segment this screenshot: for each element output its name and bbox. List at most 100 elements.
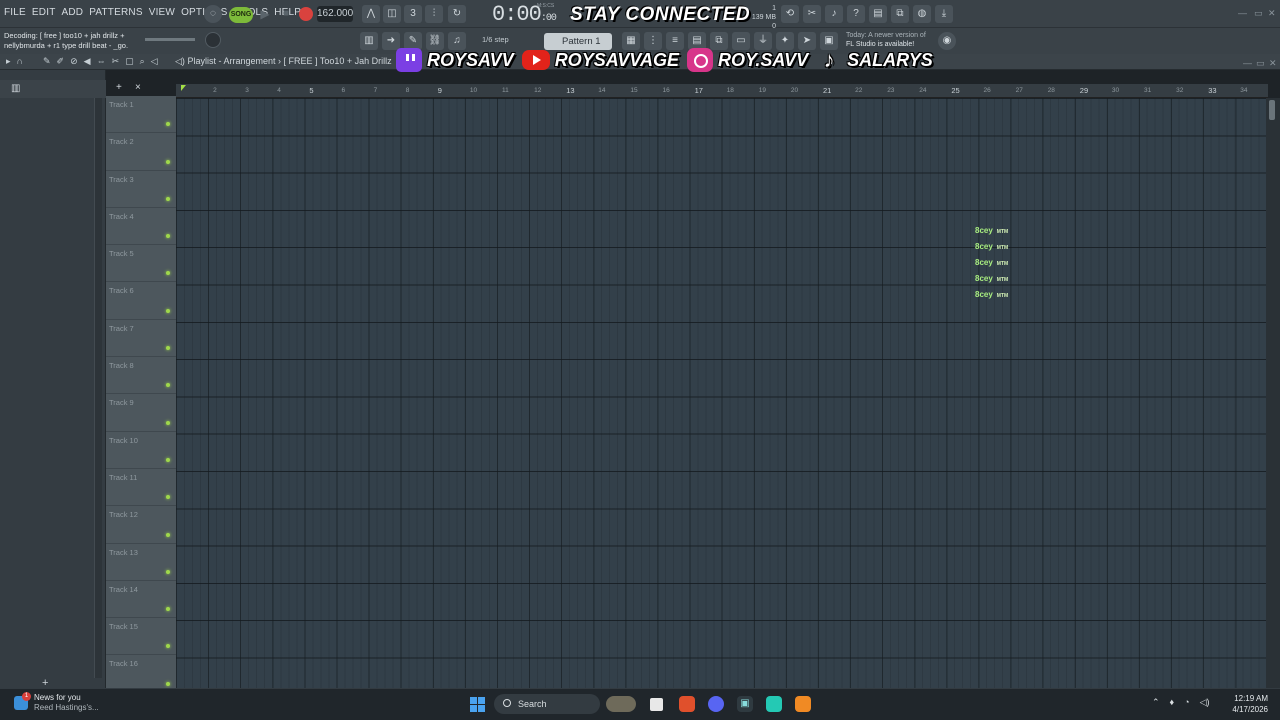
- track-active-led[interactable]: [166, 607, 170, 612]
- magnet-icon[interactable]: ∩: [17, 56, 23, 67]
- track-active-led[interactable]: [166, 569, 170, 574]
- brave-browser-icon[interactable]: [679, 696, 695, 712]
- news-widget[interactable]: 1 News for you Reed Hastings's...: [14, 692, 99, 713]
- snap-selector[interactable]: 1/6 step: [482, 35, 509, 44]
- playhead-marker[interactable]: [181, 85, 186, 91]
- delete-icon[interactable]: ⊘: [70, 56, 78, 67]
- song-mode-toggle[interactable]: SONG: [229, 7, 253, 23]
- track-active-led[interactable]: [166, 234, 170, 239]
- menu-add[interactable]: ADD: [62, 7, 84, 18]
- play-button[interactable]: ▶: [255, 5, 275, 23]
- mute-icon[interactable]: ◀: [84, 56, 91, 67]
- wifi-icon[interactable]: ◔: [1184, 697, 1189, 708]
- undo-icon[interactable]: ⟲: [781, 5, 799, 23]
- track-header[interactable]: Track 12: [106, 506, 176, 544]
- select-icon[interactable]: ▢: [125, 56, 134, 67]
- microphone-icon[interactable]: ♦: [1170, 697, 1175, 708]
- track-header[interactable]: Track 10: [106, 432, 176, 469]
- playlist-maximize-icon[interactable]: ▭: [1256, 58, 1265, 69]
- piano-roll-icon[interactable]: ▥: [360, 32, 378, 50]
- track-active-led[interactable]: [166, 122, 170, 127]
- zoom-icon[interactable]: ⌕: [140, 56, 145, 67]
- track-active-led[interactable]: [166, 383, 170, 388]
- wait-input-icon[interactable]: ◫: [383, 5, 401, 23]
- draw-icon[interactable]: ✎: [43, 56, 51, 67]
- track-header[interactable]: Track 4: [106, 208, 176, 246]
- stop-button[interactable]: ■: [276, 5, 296, 23]
- paint-icon[interactable]: ✐: [57, 56, 65, 67]
- render-icon[interactable]: ⧉: [891, 5, 909, 23]
- track-header[interactable]: Track 14: [106, 581, 176, 619]
- fl-studio-taskbar-icon[interactable]: [795, 696, 811, 712]
- picker-scrollbar[interactable]: [94, 98, 102, 678]
- playlist-scroll-thumb[interactable]: [1269, 100, 1275, 120]
- terminal-icon[interactable]: ▣: [737, 696, 753, 712]
- track-active-led[interactable]: [166, 495, 170, 500]
- online-icon[interactable]: ◉: [938, 32, 956, 50]
- volume-icon[interactable]: ◁): [1200, 697, 1210, 708]
- playlist-close-icon[interactable]: ✕: [1269, 58, 1277, 69]
- collapse-tracks-icon[interactable]: ×: [135, 82, 141, 93]
- track-header[interactable]: Track 15: [106, 618, 176, 656]
- discord-icon[interactable]: [708, 696, 724, 712]
- piano-keys-icon[interactable]: ▥: [11, 83, 20, 94]
- playlist-menu-arrow-icon[interactable]: ▸: [6, 56, 11, 67]
- loop-record-icon[interactable]: ↻: [448, 5, 466, 23]
- mic-icon[interactable]: ♪: [825, 5, 843, 23]
- playlist-grid[interactable]: [176, 98, 1266, 688]
- track-header[interactable]: Track 5: [106, 245, 176, 283]
- countdown-icon[interactable]: 3: [404, 5, 422, 23]
- start-menu-icon[interactable]: [470, 697, 485, 712]
- track-active-led[interactable]: [166, 681, 170, 686]
- close-icon[interactable]: ✕: [1268, 8, 1276, 19]
- track-header[interactable]: Track 11: [106, 469, 176, 507]
- metronome-icon[interactable]: ⋀: [362, 5, 380, 23]
- menu-edit[interactable]: EDIT: [32, 7, 56, 18]
- track-active-led[interactable]: [166, 271, 170, 276]
- add-track-icon[interactable]: +: [116, 82, 122, 93]
- track-active-led[interactable]: [166, 457, 170, 462]
- track-header[interactable]: Track 1: [106, 96, 176, 134]
- track-active-led[interactable]: [166, 346, 170, 351]
- track-header[interactable]: Track 8: [106, 357, 176, 395]
- time-units-label: M:S:CS: [537, 3, 555, 9]
- track-active-led[interactable]: [166, 159, 170, 164]
- help-icon[interactable]: ?: [847, 5, 865, 23]
- track-active-led[interactable]: [166, 532, 170, 537]
- track-active-led[interactable]: [166, 308, 170, 313]
- master-volume-slider[interactable]: [145, 38, 195, 41]
- playback-icon[interactable]: ◁: [151, 56, 158, 67]
- track-header[interactable]: Track 2: [106, 133, 176, 171]
- menu-view[interactable]: VIEW: [149, 7, 175, 18]
- track-header[interactable]: Track 6: [106, 282, 176, 320]
- track-header[interactable]: Track 9: [106, 394, 176, 432]
- slip-icon[interactable]: ⇔: [97, 56, 106, 67]
- record-button[interactable]: [299, 7, 313, 21]
- track-header[interactable]: Track 3: [106, 171, 176, 208]
- minimize-icon[interactable]: —: [1238, 8, 1247, 18]
- download-icon[interactable]: ⤓: [935, 5, 953, 23]
- chat-icon[interactable]: ◍: [913, 5, 931, 23]
- master-pitch-knob[interactable]: [205, 32, 221, 48]
- track-active-led[interactable]: [166, 420, 170, 425]
- slice-icon[interactable]: ✂: [112, 56, 120, 67]
- widgets-app-icon[interactable]: [606, 696, 636, 712]
- cut-icon[interactable]: ✂: [803, 5, 821, 23]
- teal-app-icon[interactable]: [766, 696, 782, 712]
- save-icon[interactable]: ▤: [869, 5, 887, 23]
- file-explorer-icon[interactable]: [650, 698, 663, 711]
- track-header[interactable]: Track 7: [106, 320, 176, 358]
- maximize-icon[interactable]: ▭: [1254, 8, 1263, 19]
- track-active-led[interactable]: [166, 644, 170, 649]
- system-clock[interactable]: 12:19 AM 4/17/2026: [1228, 693, 1268, 715]
- tempo-display[interactable]: 162.000: [317, 6, 353, 22]
- menu-file[interactable]: FILE: [4, 7, 26, 18]
- step-edit-icon[interactable]: ⫶: [425, 5, 443, 23]
- track-header[interactable]: Track 13: [106, 544, 176, 581]
- playlist-minimize-icon[interactable]: —: [1243, 58, 1252, 68]
- tray-overflow-icon[interactable]: ⌃: [1152, 697, 1160, 708]
- track-active-led[interactable]: [166, 196, 170, 201]
- menu-patterns[interactable]: PATTERNS: [89, 7, 142, 18]
- timeline-ruler[interactable]: 2 3 4 5 6 7 8 9 10 11 12 13 14 15 16 17 18 19 20 21 22 23 24 25…: [176, 84, 1268, 98]
- playlist-vertical-scrollbar[interactable]: [1266, 98, 1280, 688]
